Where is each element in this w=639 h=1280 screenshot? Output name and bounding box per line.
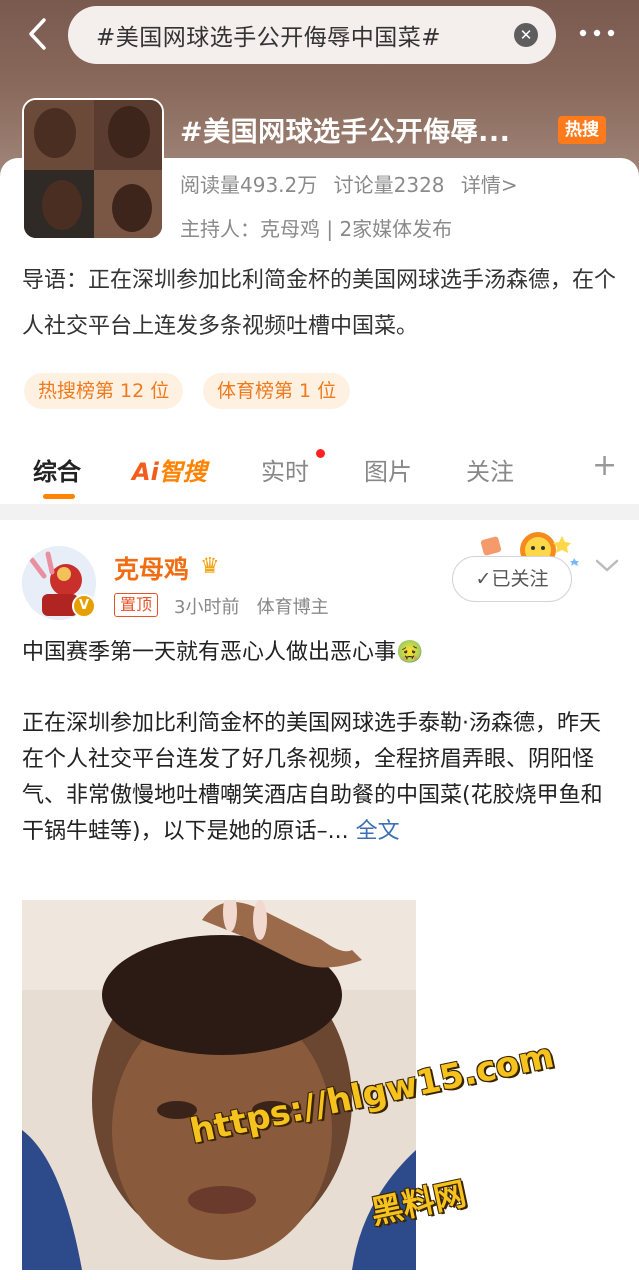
sports-rank-tag[interactable]: 体育榜第 1 位 — [203, 373, 351, 409]
pinned-badge: 置顶 — [114, 593, 159, 617]
post-headline: 中国赛季第一天就有恶心人做出恶心事🤢 — [22, 640, 424, 665]
tab-realtime[interactable]: 实时 — [261, 452, 309, 487]
tab-images[interactable]: 图片 — [364, 452, 412, 487]
read-more-link[interactable]: 全文 — [356, 819, 400, 844]
verified-icon: V — [72, 594, 96, 618]
post-meta: 3小时前 体育博主 — [174, 593, 329, 619]
add-tab-icon[interactable]: + — [592, 448, 617, 483]
tab-following[interactable]: 关注 — [466, 452, 514, 487]
post-body-text: 正在深圳参加比利简金杯的美国网球选手泰勒·汤森德，昨天在个人社交平台连发了好几条… — [22, 711, 603, 844]
tab-ai-search[interactable]: Ai智搜 — [132, 452, 207, 487]
search-query: #美国网球选手公开侮辱中国菜# — [96, 25, 442, 51]
crown-icon: ♛ — [200, 554, 220, 579]
nav-bar: #美国网球选手公开侮辱中国菜# ✕ — [0, 0, 639, 72]
ai-search-label: 智搜 — [158, 458, 207, 486]
tab-comprehensive[interactable]: 综合 — [33, 452, 81, 487]
post-time: 3小时前 — [174, 597, 240, 618]
chevron-down-icon[interactable] — [592, 554, 622, 576]
clear-icon[interactable]: ✕ — [514, 23, 538, 47]
tab-active-indicator — [43, 494, 75, 499]
read-count: 阅读量493.2万 — [180, 173, 318, 197]
more-icon[interactable] — [577, 18, 617, 48]
details-link[interactable]: 详情> — [461, 173, 518, 197]
section-divider — [0, 504, 639, 520]
topic-thumbnail[interactable] — [22, 98, 164, 240]
topic-stats: 阅读量493.2万 讨论量2328 详情> — [180, 169, 528, 198]
author-name[interactable]: 克母鸡 — [114, 550, 189, 586]
hot-badge: 热搜 — [558, 116, 606, 144]
hot-rank-tag[interactable]: 热搜榜第 12 位 — [24, 373, 184, 409]
topic-title: #美国网球选手公开侮辱... — [180, 117, 511, 148]
topic-host: 主持人：克母鸡 | 2家媒体发布 — [180, 217, 453, 241]
follow-button[interactable]: ✓已关注 — [452, 556, 572, 602]
topic-intro: 导语：正在深圳参加比利简金杯的美国网球选手汤森德，在个人社交平台上连发多条视频吐… — [22, 268, 617, 339]
post-body: 正在深圳参加比利简金杯的美国网球选手泰勒·汤森德，昨天在个人社交平台连发了好几条… — [22, 706, 622, 850]
back-arrow-icon[interactable] — [22, 14, 58, 54]
ai-logo-icon: Ai — [132, 458, 159, 486]
author-role: 体育博主 — [256, 597, 329, 618]
discussion-count: 讨论量2328 — [333, 173, 445, 197]
realtime-notification-dot — [316, 449, 325, 458]
search-input[interactable]: #美国网球选手公开侮辱中国菜# ✕ — [68, 6, 556, 64]
weibo-post: V 克母鸡 ♛ 置顶 3小时前 体育博主 ✓已关注 中国赛季第一天就有恶心人做出… — [0, 520, 639, 1280]
